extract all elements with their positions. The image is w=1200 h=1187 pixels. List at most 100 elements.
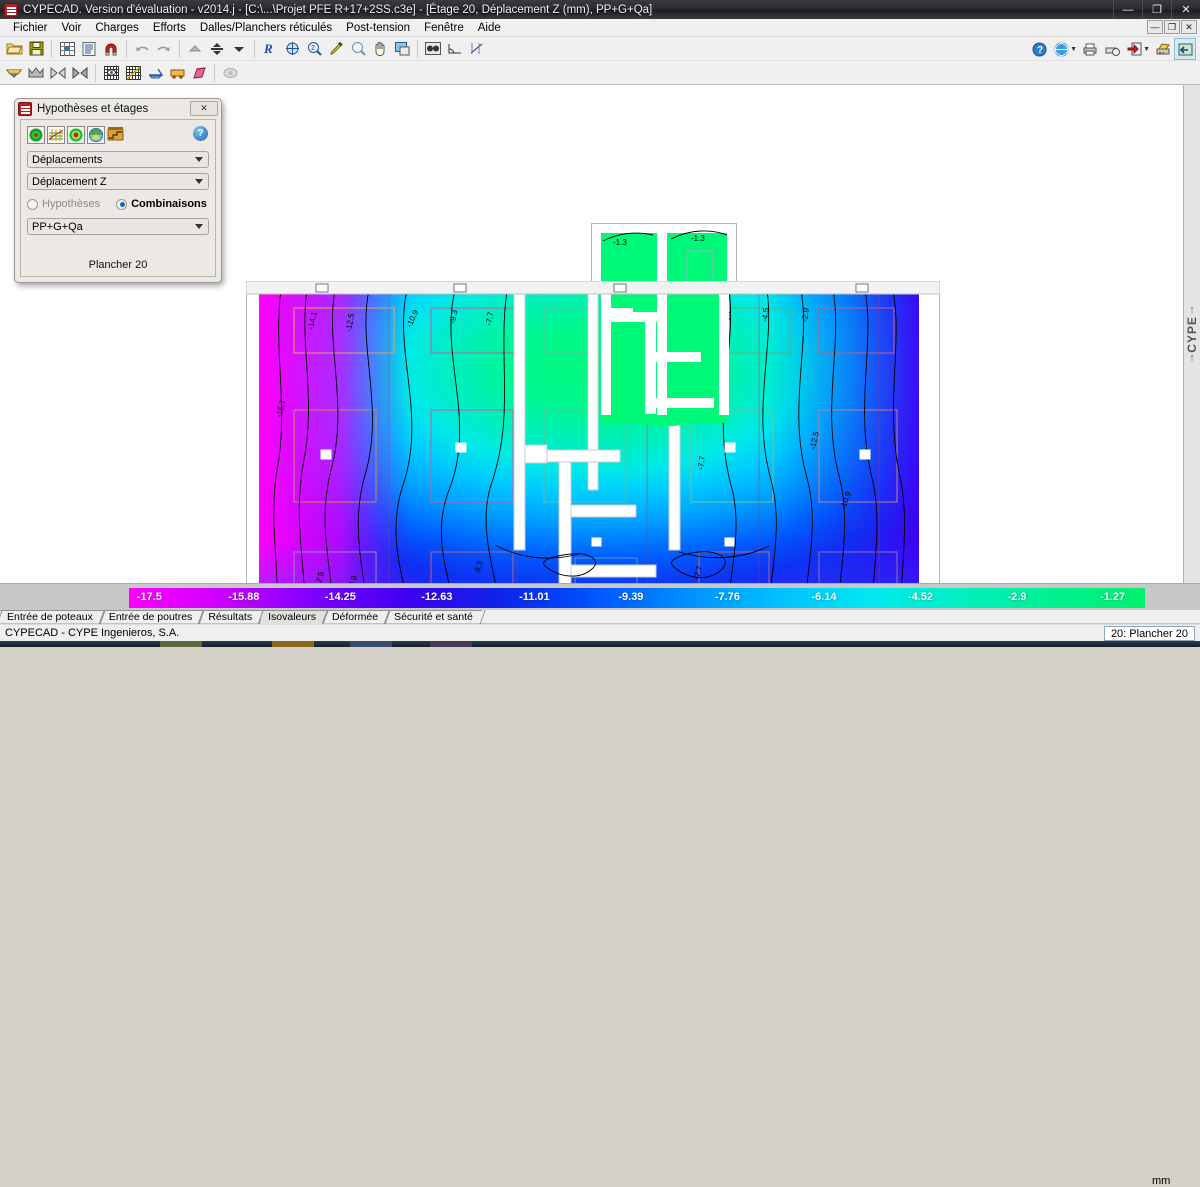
radio-hypotheses[interactable] (27, 198, 38, 210)
slab-crown-icon[interactable] (25, 62, 47, 84)
capture-window-icon[interactable] (391, 38, 413, 60)
toolbar-separator (417, 39, 418, 58)
secondary-toolbar (0, 61, 1200, 85)
export-pdf-icon[interactable] (1123, 38, 1145, 60)
current-floor-label: Plancher 20 (88, 259, 148, 271)
menu-item-fichier[interactable]: Fichier (6, 21, 55, 35)
color-palette-icon[interactable] (87, 126, 105, 144)
taskbar-item-4[interactable] (430, 641, 472, 647)
colorbar-gradient[interactable]: -17.5 -15.88 -14.25 -12.63 -11.01 -9.39 … (129, 588, 1145, 608)
menu-item-charges[interactable]: Charges (88, 21, 145, 35)
minimize-button[interactable]: — (1113, 0, 1142, 19)
main-toolbar-right-group: ? ▼ ▼ (1028, 38, 1196, 60)
radio-combinaisons[interactable] (116, 198, 128, 210)
maximize-button[interactable]: ❐ (1142, 0, 1171, 19)
ghost-view-icon[interactable] (219, 62, 241, 84)
tab-entree-de-poutres[interactable]: Entrée de poutres (101, 609, 202, 624)
colorbar-tick-2: -14.25 (324, 591, 356, 603)
contour-fill-icon[interactable] (67, 126, 85, 144)
contour-field[interactable]: -15.7 -14.1 -12.5 -10.9 -9.3 -7.7 -6.1 -… (259, 290, 919, 583)
pan-hand-icon[interactable] (369, 38, 391, 60)
colorbar-legend[interactable]: -17.5 -15.88 -14.25 -12.63 -11.01 -9.39 … (0, 583, 1200, 1187)
dimension-icon[interactable] (466, 38, 488, 60)
slab-split-icon[interactable] (47, 62, 69, 84)
document-list-icon[interactable] (78, 38, 100, 60)
layer-up-icon[interactable] (184, 38, 206, 60)
open-folder-icon[interactable] (3, 38, 25, 60)
eraser-icon[interactable] (188, 62, 210, 84)
svg-text:2: 2 (311, 45, 315, 52)
menu-item-fenetre[interactable]: Fenêtre (417, 21, 471, 35)
dialog-close-button[interactable]: ✕ (190, 101, 218, 116)
mdi-restore-button[interactable]: ❐ (1164, 20, 1180, 34)
binocular-icon[interactable] (422, 38, 444, 60)
menu-item-efforts[interactable]: Efforts (146, 21, 193, 35)
slab-arrow-icon[interactable] (144, 62, 166, 84)
angle-measure-icon[interactable] (444, 38, 466, 60)
tab-entree-de-poteaux[interactable]: Entrée de poteaux (0, 609, 102, 624)
zoom-redraw-icon[interactable]: R (259, 38, 281, 60)
back-exit-icon[interactable] (1174, 38, 1196, 60)
globe-icon[interactable] (1050, 38, 1072, 60)
taskbar-item-3[interactable] (350, 641, 392, 647)
component-select[interactable]: Déplacement Z (27, 173, 209, 190)
combination-select-value: PP+G+Qa (32, 220, 83, 233)
beam-box-icon[interactable] (166, 62, 188, 84)
mdi-close-button[interactable]: ✕ (1181, 20, 1197, 34)
cypecad-app-icon (4, 2, 18, 17)
tab-resultats[interactable]: Résultats (201, 609, 262, 624)
layer-down-icon[interactable] (228, 38, 250, 60)
colorbar-unit-label: mm (1152, 1175, 1171, 1187)
save-disk-icon[interactable] (25, 38, 47, 60)
undo-arrow-icon[interactable] (131, 38, 153, 60)
print-icon[interactable] (1079, 38, 1101, 60)
magnet-icon[interactable] (100, 38, 122, 60)
redo-arrow-icon[interactable] (153, 38, 175, 60)
tab-deformee[interactable]: Déformée (324, 609, 388, 624)
magnitude-select[interactable]: Déplacements (27, 151, 209, 168)
grid-hatch-icon[interactable] (122, 62, 144, 84)
cype-side-panel[interactable]: ↑ CYPE ↑ (1183, 85, 1200, 583)
hypotheses-floors-dialog[interactable]: Hypothèses et étages ✕ ? Déplacements Dé… (14, 98, 222, 283)
measure-pencil-icon[interactable] (325, 38, 347, 60)
colorbar-tick-5: -9.39 (618, 591, 644, 603)
stairs-icon[interactable] (107, 126, 125, 144)
colorbar-tick-8: -4.52 (907, 591, 933, 603)
magnitude-select-value: Déplacements (32, 153, 103, 166)
load-type-radio-group: Hypothèses Combinaisons (27, 195, 209, 213)
edit-table-icon[interactable] (56, 38, 78, 60)
zoom-window-icon[interactable]: 2 (303, 38, 325, 60)
combination-select[interactable]: PP+G+Qa (27, 218, 209, 235)
core-contour-label-left: -1.3 (613, 238, 627, 247)
menu-item-voir[interactable]: Voir (55, 21, 89, 35)
panel-arrow-down-icon[interactable]: ↑ (1189, 352, 1195, 364)
grid-display-icon[interactable] (100, 62, 122, 84)
close-button[interactable]: ✕ (1171, 0, 1200, 19)
zoom-previous-icon[interactable] (347, 38, 369, 60)
isovalues-disc-icon[interactable] (27, 126, 45, 144)
layer-between-icon[interactable] (206, 38, 228, 60)
panel-arrow-up-icon[interactable]: ↑ (1189, 304, 1195, 316)
dialog-help-icon[interactable]: ? (193, 126, 208, 141)
print-preview-icon[interactable] (1101, 38, 1123, 60)
tab-securite-et-sante[interactable]: Sécurité et santé (387, 609, 482, 624)
tab-isovaleurs[interactable]: Isovaleurs (261, 609, 325, 624)
os-taskbar (0, 641, 1200, 647)
dialog-body: ? Déplacements Déplacement Z Hypothèses … (20, 119, 216, 277)
slab-merge-icon[interactable] (69, 62, 91, 84)
taskbar-item-2[interactable] (272, 641, 314, 647)
toolbar-separator (214, 63, 215, 82)
mdi-minimize-button[interactable]: — (1147, 20, 1163, 34)
slab-bottom-icon[interactable] (3, 62, 25, 84)
menu-item-aide[interactable]: Aide (471, 21, 508, 35)
menu-item-post-tension[interactable]: Post-tension (339, 21, 417, 35)
taskbar-item-1[interactable] (160, 641, 202, 647)
dialog-title-bar[interactable]: Hypothèses et étages ✕ (15, 99, 221, 119)
print-setup-icon[interactable] (1152, 38, 1174, 60)
menu-item-dalles[interactable]: Dalles/Planchers réticulés (193, 21, 339, 35)
contour-svg: -15.7 -14.1 -12.5 -10.9 -9.3 -7.7 -6.1 -… (259, 290, 919, 583)
menu-bar: Fichier Voir Charges Efforts Dalles/Plan… (0, 19, 1200, 37)
help-question-icon[interactable]: ? (1028, 38, 1050, 60)
zoom-extents-icon[interactable] (281, 38, 303, 60)
deformed-mesh-icon[interactable] (47, 126, 65, 144)
